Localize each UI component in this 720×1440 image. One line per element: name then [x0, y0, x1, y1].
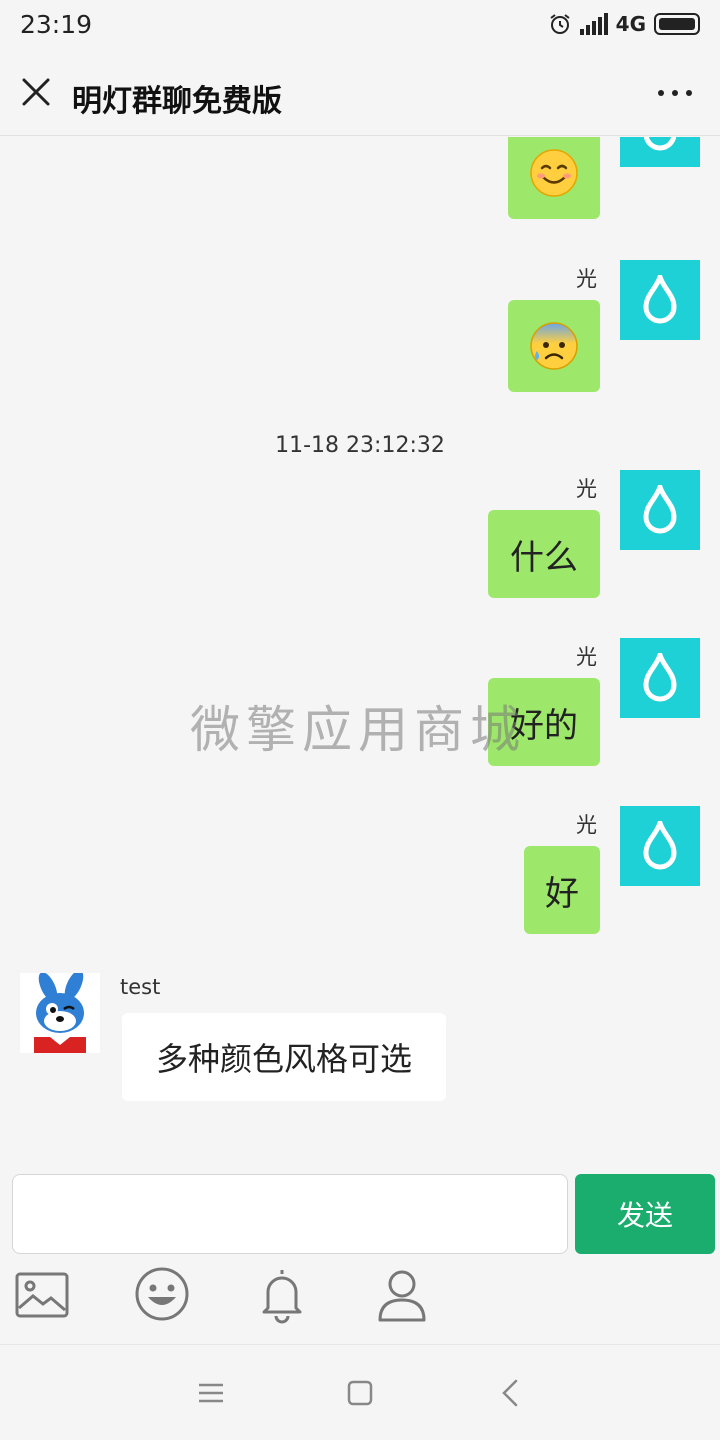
- signal-icon: [579, 13, 608, 35]
- watermark: 微擎应用商城: [190, 701, 526, 759]
- send-button[interactable]: 发送: [575, 1174, 715, 1254]
- close-icon[interactable]: [18, 74, 54, 110]
- message-bubble-emoji[interactable]: [508, 137, 600, 219]
- status-bar: 23:19 4G: [0, 0, 720, 52]
- avatar[interactable]: [620, 260, 700, 340]
- message-bubble[interactable]: 好: [524, 846, 600, 934]
- message-timestamp: 11-18 23:12:32: [275, 433, 445, 458]
- rabbit-mascot-icon: [34, 970, 86, 1053]
- flame-icon: [643, 275, 677, 324]
- emoji-icon[interactable]: [132, 1264, 192, 1324]
- message-bubble[interactable]: 什么: [488, 510, 600, 598]
- sender-name: 光: [576, 267, 597, 291]
- chat-message-list[interactable]: 光 11-18 23:12:32 光 什么 光 好的 光 好 test 多种颜色…: [0, 137, 720, 1167]
- back-icon[interactable]: [494, 1375, 530, 1411]
- sender-name: test: [120, 975, 161, 999]
- battery-icon: [654, 13, 700, 35]
- composer: 发送: [0, 1168, 720, 1258]
- chat-toolbar: [0, 1262, 720, 1332]
- avatar[interactable]: [620, 470, 700, 550]
- flame-icon: [643, 137, 677, 151]
- system-nav-bar: [0, 1344, 720, 1440]
- flame-icon: [643, 653, 677, 702]
- sender-name: 光: [576, 645, 597, 669]
- more-options-button[interactable]: [658, 90, 692, 96]
- flame-icon: [643, 821, 677, 870]
- sender-name: 光: [576, 813, 597, 837]
- sender-name: 光: [576, 477, 597, 501]
- network-label: 4G: [615, 12, 646, 36]
- user-icon[interactable]: [372, 1264, 432, 1324]
- smiling-face-icon: [530, 149, 578, 197]
- avatar[interactable]: [620, 638, 700, 718]
- page-title: 明灯群聊免费版: [72, 84, 282, 119]
- menu-icon[interactable]: [193, 1375, 229, 1411]
- message-input[interactable]: [12, 1174, 568, 1254]
- top-app-bar: 明灯群聊免费版: [0, 52, 720, 136]
- avatar[interactable]: [620, 806, 700, 886]
- bell-icon[interactable]: [252, 1264, 312, 1324]
- avatar[interactable]: [20, 970, 100, 1053]
- status-time: 23:19: [20, 10, 93, 39]
- image-icon[interactable]: [12, 1264, 72, 1324]
- status-icons: 4G: [548, 12, 700, 36]
- message-bubble[interactable]: 好的: [488, 678, 600, 766]
- alarm-icon: [550, 14, 570, 34]
- message-bubble[interactable]: 多种颜色风格可选: [122, 1013, 446, 1101]
- home-square-icon[interactable]: [342, 1375, 378, 1411]
- avatar[interactable]: [620, 137, 700, 167]
- message-bubble-emoji[interactable]: [508, 300, 600, 392]
- flame-icon: [643, 485, 677, 534]
- anxious-face-with-sweat-icon: [530, 322, 578, 370]
